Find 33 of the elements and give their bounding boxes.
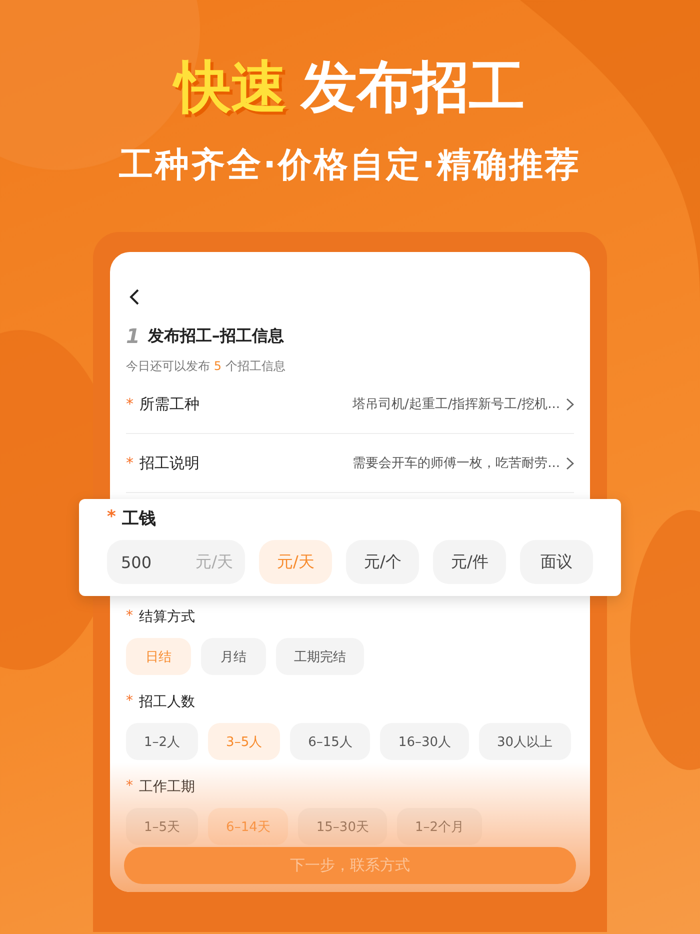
field-value: 塔吊司机/起重工/指挥新号工/挖机...: [352, 396, 560, 413]
field-label: * 结算方式: [126, 608, 196, 626]
option-chip[interactable]: 30人以上: [479, 723, 571, 760]
option-chip[interactable]: 元/件: [433, 540, 506, 584]
quota-text: 今日还可以发布 5 个招工信息: [126, 358, 286, 375]
required-mark: *: [126, 608, 133, 626]
option-chip[interactable]: 月结: [201, 638, 266, 675]
option-chip[interactable]: 工期完结: [276, 638, 364, 675]
chevron-icon: [566, 456, 574, 470]
field-value: 需要会开车的师傅一枚，吃苦耐劳...: [352, 455, 560, 472]
form-row[interactable]: * 所需工种 塔吊司机/起重工/指挥新号工/挖机...: [126, 375, 574, 434]
required-mark: *: [107, 507, 116, 529]
field-label: * 工钱: [107, 507, 157, 530]
field-label: * 工作工期: [126, 778, 196, 796]
field-label: * 招工说明: [126, 454, 200, 472]
field-label: * 所需工种: [126, 394, 200, 414]
option-chip[interactable]: 16–30人: [380, 723, 470, 760]
wage-input[interactable]: 500 元/天: [107, 540, 245, 584]
chevron-icon: [566, 398, 574, 410]
option-chip[interactable]: 元/个: [346, 540, 419, 584]
form-title: 发布招工–招工信息: [148, 326, 284, 346]
headline: 发布招工: [301, 54, 525, 122]
field-label: * 招工人数: [126, 693, 196, 711]
option-chip[interactable]: 6–15人: [290, 723, 370, 760]
subtitle: 工种齐全·价格自定·精确推荐: [119, 144, 581, 187]
form-row[interactable]: * 招工说明 需要会开车的师傅一枚，吃苦耐劳...: [126, 434, 574, 493]
required-mark: *: [126, 693, 133, 711]
option-chip[interactable]: 1–2人: [126, 723, 198, 760]
step-number: 1: [126, 324, 140, 348]
required-mark: *: [126, 394, 134, 414]
required-mark: *: [126, 778, 133, 796]
required-mark: *: [126, 454, 134, 472]
option-chip[interactable]: 面议: [520, 540, 593, 584]
